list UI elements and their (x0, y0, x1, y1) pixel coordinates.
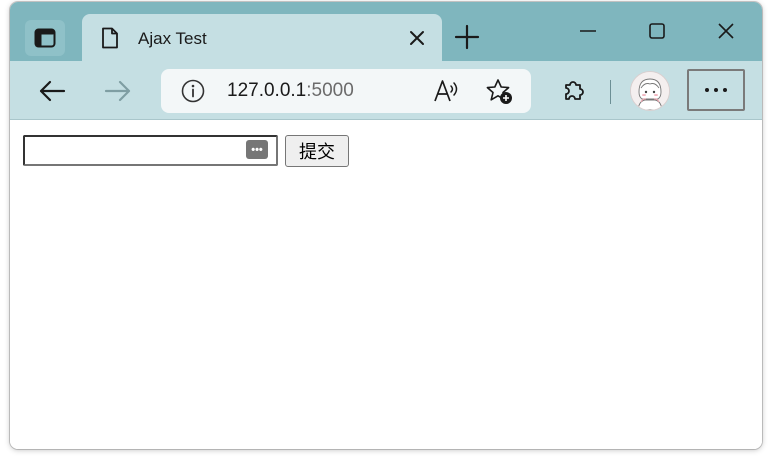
avatar[interactable] (630, 71, 670, 111)
address-bar[interactable]: 127.0.0.1:5000 (161, 69, 531, 113)
info-icon[interactable] (181, 79, 205, 103)
close-window-button[interactable] (703, 16, 749, 46)
settings-and-more-button[interactable] (687, 69, 745, 111)
url-host: 127.0.0.1 (227, 80, 307, 101)
url-text: 127.0.0.1:5000 (227, 80, 354, 102)
tab-actions-button[interactable] (25, 20, 65, 56)
forward-button[interactable] (102, 75, 134, 107)
close-icon (718, 23, 734, 39)
toolbar: 127.0.0.1:5000 (10, 61, 762, 120)
tab-active[interactable]: Ajax Test (82, 14, 442, 61)
tab-actions-icon (34, 28, 56, 48)
title-bar: Ajax Test (10, 2, 762, 61)
back-arrow-icon (39, 80, 66, 102)
add-favorite-icon[interactable] (485, 78, 515, 106)
read-aloud-icon[interactable] (433, 78, 461, 104)
plus-icon[interactable] (454, 24, 480, 50)
forward-arrow-icon (104, 80, 131, 102)
close-icon[interactable] (408, 29, 426, 47)
profile-picture (631, 72, 669, 110)
maximize-icon (649, 23, 665, 39)
back-button[interactable] (36, 75, 68, 107)
browser-window: Ajax Test 127.0.0.1:5000 ••• 提交 (10, 2, 762, 449)
minimize-icon (580, 30, 596, 32)
tab-title: Ajax Test (138, 29, 207, 48)
puzzle-icon[interactable] (560, 77, 588, 105)
submit-button[interactable]: 提交 (285, 135, 349, 167)
password-reveal-button[interactable]: ••• (246, 140, 268, 159)
url-port: :5000 (306, 80, 354, 101)
page-icon (102, 27, 118, 49)
minimize-button[interactable] (565, 16, 611, 46)
password-input[interactable] (23, 135, 278, 166)
page-content: ••• 提交 (10, 120, 762, 449)
maximize-button[interactable] (634, 16, 680, 46)
more-icon (705, 88, 727, 92)
toolbar-divider (610, 80, 611, 104)
